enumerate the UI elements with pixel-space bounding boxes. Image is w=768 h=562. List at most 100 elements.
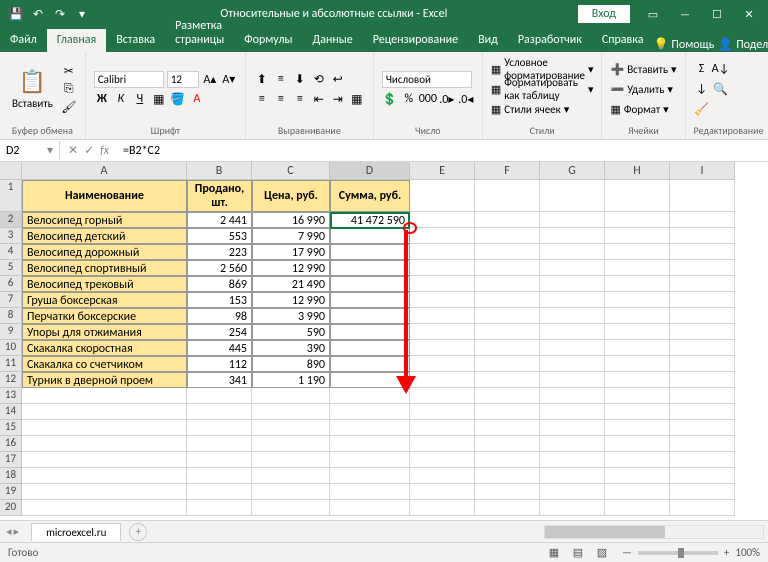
column-header[interactable]: H (605, 162, 670, 180)
cell[interactable] (475, 308, 540, 324)
cell[interactable] (670, 388, 735, 404)
cell-sold[interactable]: 445 (187, 340, 252, 356)
column-header[interactable]: F (475, 162, 540, 180)
row-header[interactable]: 5 (0, 260, 22, 276)
cell[interactable] (540, 436, 605, 452)
find-icon[interactable]: 🔍 (713, 81, 729, 97)
comma-icon[interactable]: 000 (420, 91, 436, 107)
cell[interactable] (670, 260, 735, 276)
cell[interactable] (605, 484, 670, 500)
tab-insert[interactable]: Вставка (106, 29, 165, 52)
cell[interactable] (605, 452, 670, 468)
cell-price[interactable]: 17 990 (252, 244, 330, 260)
font-color-button[interactable]: A (189, 91, 205, 107)
cell[interactable] (605, 356, 670, 372)
cell[interactable] (475, 452, 540, 468)
cell[interactable] (670, 404, 735, 420)
cell[interactable] (22, 484, 187, 500)
cell[interactable] (670, 500, 735, 516)
cell[interactable] (540, 260, 605, 276)
cell[interactable] (540, 404, 605, 420)
cell[interactable] (330, 404, 410, 420)
row-header[interactable]: 11 (0, 356, 22, 372)
cell[interactable] (540, 356, 605, 372)
row-header[interactable]: 1 (0, 180, 22, 212)
wrap-text-icon[interactable]: ↩ (330, 71, 346, 87)
delete-cells-button[interactable]: ➖ Удалить ▾ (610, 80, 676, 98)
increase-font-icon[interactable]: A▴ (202, 71, 218, 87)
cell[interactable] (670, 180, 735, 212)
cell-sold[interactable]: 254 (187, 324, 252, 340)
cell[interactable] (475, 244, 540, 260)
merge-icon[interactable]: ▦ (349, 91, 365, 107)
row-header[interactable]: 18 (0, 468, 22, 484)
cell[interactable] (252, 436, 330, 452)
cell-price[interactable]: 16 990 (252, 212, 330, 228)
row-header[interactable]: 20 (0, 500, 22, 516)
cell[interactable] (605, 292, 670, 308)
cell[interactable] (540, 228, 605, 244)
cell[interactable] (670, 372, 735, 388)
cell[interactable] (605, 372, 670, 388)
cell[interactable] (252, 404, 330, 420)
cell[interactable] (540, 292, 605, 308)
column-header[interactable]: C (252, 162, 330, 180)
cell[interactable] (410, 292, 475, 308)
cell-sold[interactable]: 153 (187, 292, 252, 308)
cell[interactable] (22, 500, 187, 516)
horizontal-scrollbar[interactable] (544, 525, 764, 539)
font-name-select[interactable] (94, 71, 164, 88)
align-left-icon[interactable]: ≡ (254, 91, 270, 107)
cell-sum[interactable] (330, 260, 410, 276)
cell-sum[interactable] (330, 228, 410, 244)
cell[interactable] (670, 340, 735, 356)
format-painter-icon[interactable]: 🖌 (61, 99, 77, 115)
cell[interactable] (475, 372, 540, 388)
cell[interactable] (475, 468, 540, 484)
cell[interactable] (605, 436, 670, 452)
cell[interactable] (605, 180, 670, 212)
cell[interactable] (330, 468, 410, 484)
cell[interactable] (540, 372, 605, 388)
cell[interactable] (475, 292, 540, 308)
cell[interactable] (475, 420, 540, 436)
cell[interactable] (187, 484, 252, 500)
align-top-icon[interactable]: ⬆ (254, 71, 270, 87)
sort-icon[interactable]: A↓ (713, 61, 729, 77)
cell[interactable] (475, 388, 540, 404)
column-header[interactable]: I (670, 162, 735, 180)
insert-cells-button[interactable]: ➕ Вставить ▾ (610, 60, 676, 78)
cell[interactable] (330, 436, 410, 452)
autosum-icon[interactable]: Σ (694, 61, 710, 77)
cell[interactable] (330, 452, 410, 468)
cell[interactable] (540, 500, 605, 516)
cell[interactable] (410, 404, 475, 420)
cell-sum[interactable] (330, 324, 410, 340)
cell[interactable] (475, 500, 540, 516)
cell[interactable] (330, 484, 410, 500)
cancel-formula-icon[interactable]: ✕ (68, 143, 78, 158)
formula-input[interactable]: =B2*C2 (117, 142, 768, 160)
cell-price[interactable]: 1 190 (252, 372, 330, 388)
cell[interactable] (22, 436, 187, 452)
cut-icon[interactable]: ✂ (61, 63, 77, 79)
cell[interactable] (670, 292, 735, 308)
cell-price[interactable]: 12 990 (252, 260, 330, 276)
share-button[interactable]: 👤 Поделиться (718, 37, 768, 52)
tab-layout[interactable]: Разметка страницы (165, 15, 234, 52)
cell[interactable] (252, 388, 330, 404)
cell[interactable] (330, 388, 410, 404)
column-header[interactable]: G (540, 162, 605, 180)
cell[interactable] (187, 436, 252, 452)
cell[interactable] (410, 420, 475, 436)
increase-decimal-icon[interactable]: .0▸ (439, 91, 455, 107)
format-cells-button[interactable]: ▦ Формат ▾ (610, 100, 676, 118)
row-header[interactable]: 8 (0, 308, 22, 324)
decrease-decimal-icon[interactable]: .0◂ (458, 91, 474, 107)
cell-price[interactable]: 890 (252, 356, 330, 372)
cell[interactable] (670, 228, 735, 244)
name-box[interactable]: D2▾ (0, 141, 60, 160)
cell[interactable] (187, 500, 252, 516)
cell[interactable] (670, 324, 735, 340)
close-icon[interactable]: ✕ (734, 3, 764, 25)
